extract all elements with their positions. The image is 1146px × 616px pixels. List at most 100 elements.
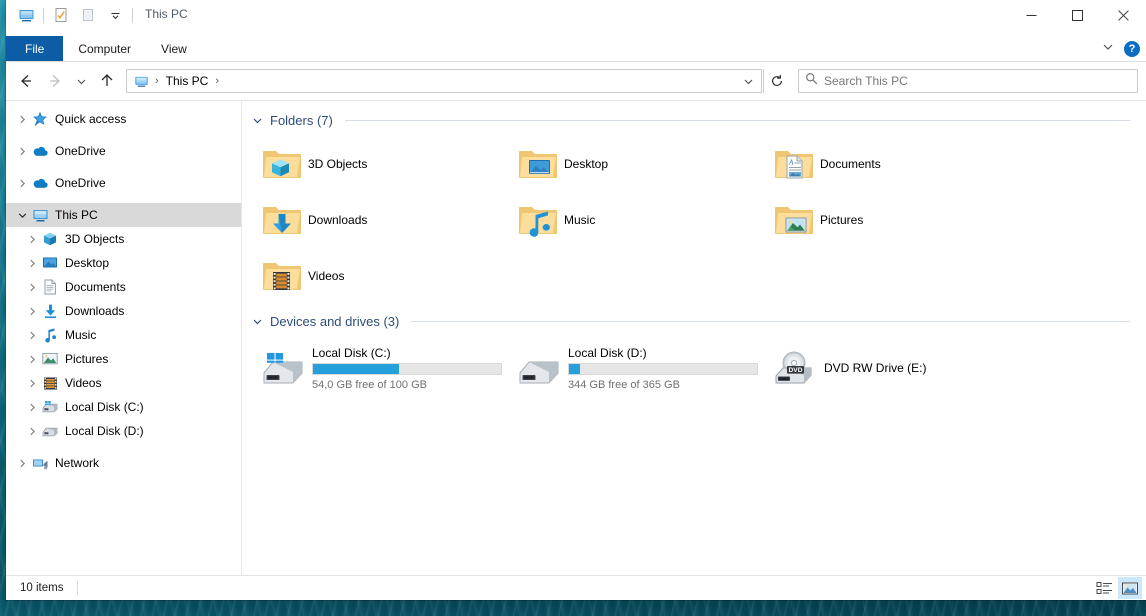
recent-locations-button[interactable]: [70, 67, 92, 95]
chevron-right-icon[interactable]: [14, 115, 30, 124]
folder-tile[interactable]: 3D Objects: [250, 136, 506, 192]
folder-tile-label: Pictures: [820, 213, 864, 227]
pictures-icon: [40, 352, 60, 366]
sidebar-item-label: Local Disk (C:): [65, 400, 144, 414]
chevron-right-icon[interactable]: [24, 379, 40, 388]
dvd-drive-icon: DVD: [768, 350, 824, 386]
sidebar-item-documents[interactable]: Documents: [6, 275, 241, 299]
folder-tile-label: Music: [564, 213, 596, 227]
properties-icon[interactable]: [51, 5, 71, 25]
chevron-down-icon[interactable]: [250, 316, 264, 327]
drive-tile-body: Local Disk (D:) 344 GB free of 365 GB: [568, 345, 758, 391]
new-folder-icon[interactable]: [78, 5, 98, 25]
folder-tile[interactable]: Desktop: [506, 136, 762, 192]
chevron-right-icon[interactable]: [24, 259, 40, 268]
folder-tile[interactable]: Videos: [250, 248, 506, 304]
close-button[interactable]: [1100, 0, 1146, 30]
search-icon: [805, 72, 818, 90]
sidebar-item-onedrive[interactable]: OneDrive: [6, 171, 241, 195]
sidebar-item-label: OneDrive: [55, 144, 106, 158]
chevron-right-icon[interactable]: [24, 331, 40, 340]
folder-tile[interactable]: Downloads: [250, 192, 506, 248]
chevron-right-icon[interactable]: [24, 307, 40, 316]
sidebar-item-quick-access[interactable]: Quick access: [6, 107, 241, 131]
refresh-button[interactable]: [763, 69, 789, 93]
sidebar-item-label: This PC: [55, 208, 98, 222]
cloud-icon: [30, 176, 50, 190]
sidebar-item-3d-objects[interactable]: 3D Objects: [6, 227, 241, 251]
breadcrumb-separator-1[interactable]: ›: [212, 75, 222, 87]
status-divider: [77, 581, 79, 595]
folders-group-header[interactable]: Folders (7): [250, 111, 1146, 130]
chevron-down-icon[interactable]: [737, 70, 759, 92]
star-icon: [30, 111, 50, 127]
drive-tile[interactable]: Local Disk (D:) 344 GB free of 365 GB: [506, 337, 762, 399]
breadcrumb-this-pc[interactable]: This PC: [162, 74, 213, 88]
folders-group-rule: [344, 120, 1130, 121]
chevron-right-icon[interactable]: [14, 147, 30, 156]
drive-capacity-label: 54,0 GB free of 100 GB: [312, 378, 427, 391]
this-pc-icon[interactable]: [16, 5, 36, 25]
3d-objects-icon: [40, 231, 60, 247]
drive-tile[interactable]: DVD DVD RW Drive (E:): [762, 337, 1018, 399]
explorer-body: Quick access OneDrive OneDrive This PC 3D Ob…: [6, 100, 1146, 575]
folders-tile-grid: 3D Objects Desktop A Documents Downloads Musi…: [250, 136, 1146, 304]
sidebar-item-local-disk-d[interactable]: Local Disk (D:): [6, 419, 241, 443]
hdd-icon: [40, 425, 60, 437]
search-box[interactable]: [798, 69, 1138, 93]
minimize-button[interactable]: [1008, 0, 1054, 30]
drive-tile-body: Local Disk (C:) 54,0 GB free of 100 GB: [312, 346, 502, 391]
chevron-right-icon[interactable]: [24, 235, 40, 244]
breadcrumb[interactable]: › This PC ›: [126, 69, 762, 93]
chevron-right-icon[interactable]: [14, 179, 30, 188]
file-list-pane: Folders (7) 3D Objects Desktop A Documents D…: [242, 101, 1146, 575]
drive-tile-label: Local Disk (D:): [568, 345, 647, 360]
chevron-right-icon[interactable]: [14, 459, 30, 468]
chevron-down-icon[interactable]: [1102, 40, 1114, 58]
maximize-button[interactable]: [1054, 0, 1100, 30]
folder-pictures-icon: [768, 203, 820, 237]
back-button[interactable]: [12, 67, 40, 95]
folder-downloads-icon: [256, 203, 308, 237]
chevron-right-icon[interactable]: [24, 403, 40, 412]
sidebar-item-music[interactable]: Music: [6, 323, 241, 347]
videos-icon: [40, 376, 60, 391]
sidebar-item-this-pc[interactable]: This PC: [6, 203, 241, 227]
music-icon: [40, 327, 60, 343]
search-input[interactable]: [824, 74, 1131, 88]
up-button[interactable]: [93, 67, 121, 95]
details-view-icon[interactable]: [1092, 577, 1116, 599]
sidebar-item-local-disk-c[interactable]: Local Disk (C:): [6, 395, 241, 419]
customize-dropdown-icon[interactable]: [105, 5, 125, 25]
tab-view[interactable]: View: [146, 36, 202, 61]
sidebar-item-pictures[interactable]: Pictures: [6, 347, 241, 371]
devices-group-header[interactable]: Devices and drives (3): [250, 312, 1146, 331]
tab-computer[interactable]: Computer: [63, 36, 146, 61]
sidebar-item-onedrive[interactable]: OneDrive: [6, 139, 241, 163]
sidebar-item-downloads[interactable]: Downloads: [6, 299, 241, 323]
folders-group-title: Folders (7): [270, 113, 333, 128]
drive-tile[interactable]: Local Disk (C:) 54,0 GB free of 100 GB: [250, 337, 506, 399]
sidebar-item-network[interactable]: Network: [6, 451, 241, 475]
folder-videos-icon: [256, 259, 308, 293]
sidebar-item-desktop[interactable]: Desktop: [6, 251, 241, 275]
tab-file[interactable]: File: [6, 36, 64, 61]
folder-tile[interactable]: Pictures: [762, 192, 1018, 248]
folder-tile[interactable]: A Documents: [762, 136, 1018, 192]
chevron-right-icon[interactable]: [24, 427, 40, 436]
drive-capacity-label: 344 GB free of 365 GB: [568, 378, 680, 391]
chevron-right-icon[interactable]: [24, 283, 40, 292]
sidebar-item-label: Pictures: [65, 352, 109, 366]
help-button[interactable]: ?: [1124, 41, 1140, 57]
drive-windows-icon: [256, 351, 312, 385]
folder-tile[interactable]: Music: [506, 192, 762, 248]
network-icon: [30, 456, 50, 471]
sidebar-item-videos[interactable]: Videos: [6, 371, 241, 395]
chevron-down-icon[interactable]: [250, 115, 264, 126]
chevron-down-icon[interactable]: [14, 211, 30, 220]
chevron-right-icon[interactable]: [24, 355, 40, 364]
large-icons-view-icon[interactable]: [1118, 577, 1142, 599]
